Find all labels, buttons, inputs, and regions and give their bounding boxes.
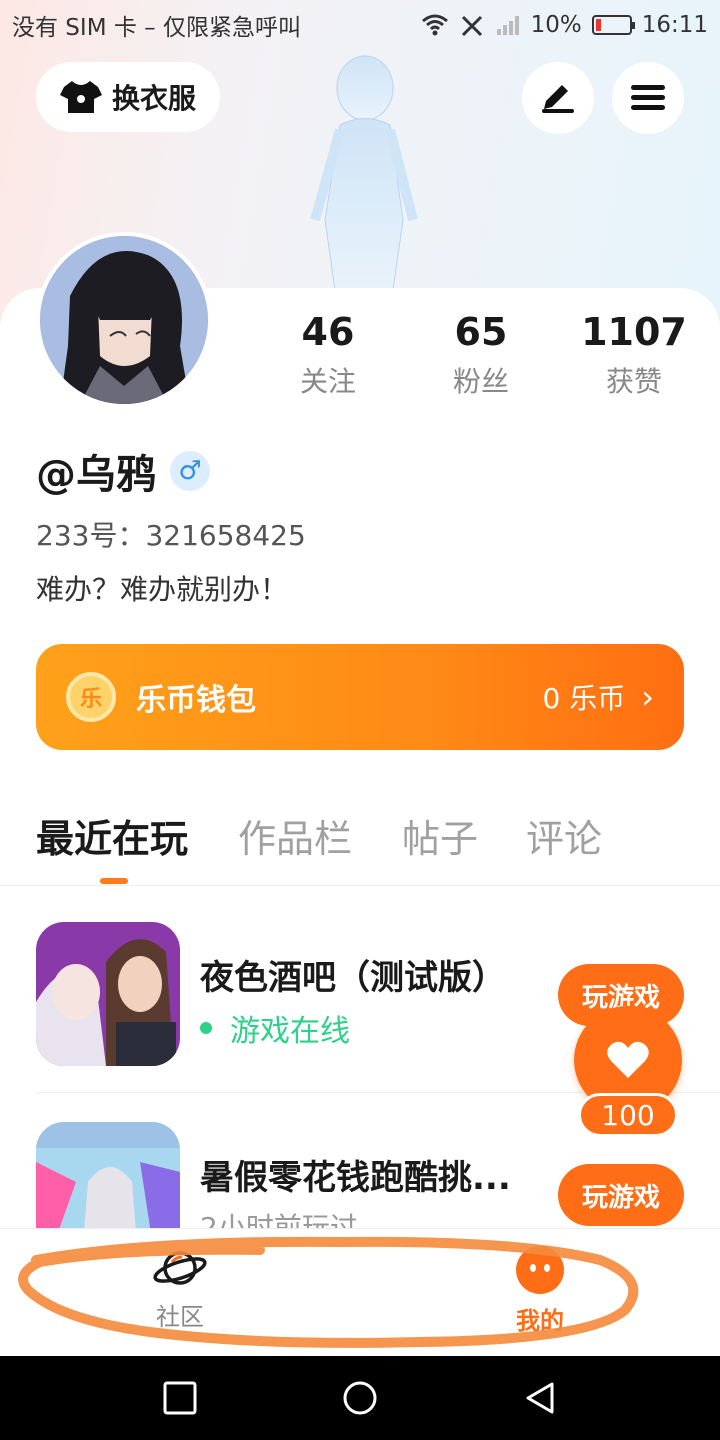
stat-following-label: 关注 — [299, 365, 356, 398]
stat-following[interactable]: 46 关注 — [248, 310, 408, 400]
heart-icon — [607, 1041, 649, 1078]
stat-following-value: 46 — [301, 310, 355, 354]
online-dot-icon — [200, 1022, 212, 1034]
game-icon — [36, 1122, 180, 1228]
recents-icon[interactable] — [162, 1380, 198, 1416]
game-status-text: 2小时前玩过 — [200, 1211, 358, 1228]
wifi-icon — [421, 14, 448, 36]
game-online-status: 游戏在线 — [200, 1006, 350, 1050]
tab-comments[interactable]: 评论 — [526, 808, 602, 863]
game-status-text: 游戏在线 — [230, 1014, 350, 1049]
no-call-icon — [461, 15, 482, 37]
stat-likes[interactable]: 1107 获赞 — [554, 310, 714, 400]
edit-profile-button[interactable] — [522, 62, 594, 134]
coin-icon: 乐 — [66, 672, 116, 722]
nav-me[interactable]: 我的 — [480, 1229, 600, 1357]
tab-recently-played[interactable]: 最近在玩 — [36, 808, 188, 863]
stat-followers[interactable]: 65 粉丝 — [401, 310, 561, 400]
tshirt-icon — [60, 81, 102, 113]
signal-icon — [496, 16, 519, 35]
chevron-right-icon: › — [641, 678, 654, 716]
menu-icon — [631, 85, 665, 110]
game-title: 暑假零花钱跑酷挑... — [200, 1158, 511, 1198]
stat-likes-value: 1107 — [581, 310, 687, 354]
nav-me-label: 我的 — [516, 1307, 564, 1335]
avatar-figure-image — [310, 55, 418, 290]
tabs-divider — [0, 885, 720, 886]
avatar[interactable] — [36, 232, 212, 408]
wallet-balance: 0 乐币 — [542, 682, 626, 715]
battery-icon — [591, 15, 635, 35]
user-bio: 难办？难办就别办！ — [36, 573, 289, 606]
tab-posts[interactable]: 帖子 — [402, 808, 478, 863]
stat-likes-label: 获赞 — [605, 365, 662, 398]
carrier-text: 没有 SIM 卡 – 仅限紧急呼叫 — [12, 15, 301, 41]
stat-followers-value: 65 — [454, 310, 508, 354]
pen-icon — [542, 85, 574, 113]
like-count-badge: 100 — [578, 1093, 678, 1137]
status-bar: 没有 SIM 卡 – 仅限紧急呼叫 10% 16:11 — [0, 0, 720, 50]
system-nav-bar — [0, 1356, 720, 1440]
game-title: 夜色酒吧（测试版） — [200, 958, 506, 998]
tab-works[interactable]: 作品栏 — [238, 808, 352, 863]
change-outfit-button[interactable]: 换衣服 — [36, 62, 220, 132]
game-icon — [36, 922, 180, 1066]
home-icon[interactable] — [342, 1380, 378, 1416]
back-icon[interactable] — [522, 1380, 558, 1416]
wallet-banner[interactable]: 乐 乐币钱包 0 乐币 › — [36, 644, 684, 750]
bottom-nav: 社区 我的 — [0, 1228, 720, 1356]
game-last-played: 2小时前玩过 — [200, 1206, 358, 1228]
clock: 16:11 — [641, 12, 708, 38]
planet-icon — [153, 1251, 207, 1285]
male-gender-icon: ♂ — [170, 451, 210, 491]
play-game-button[interactable]: 玩游戏 — [558, 1164, 684, 1226]
nav-community-label: 社区 — [156, 1303, 204, 1331]
active-tab-indicator — [100, 878, 128, 884]
username-row: @乌鸦 ♂ — [36, 442, 210, 500]
face-icon — [516, 1246, 564, 1294]
username: @乌鸦 — [36, 452, 156, 498]
avatar-image — [40, 236, 208, 404]
user-id: 233号：321658425 — [36, 519, 306, 552]
battery-percent: 10% — [530, 12, 582, 38]
nav-community[interactable]: 社区 — [120, 1229, 240, 1357]
profile-stats: 46 关注 65 粉丝 1107 获赞 — [250, 310, 720, 410]
wallet-title: 乐币钱包 — [136, 683, 256, 718]
menu-button[interactable] — [612, 62, 684, 134]
stat-followers-label: 粉丝 — [452, 365, 509, 398]
change-outfit-label: 换衣服 — [112, 82, 197, 115]
